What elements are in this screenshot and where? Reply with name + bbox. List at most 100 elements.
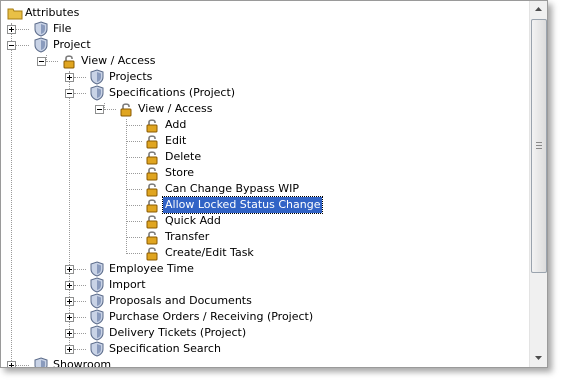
shield-icon [89,341,105,357]
padlock-icon [144,245,160,261]
tree-connector-line [126,157,142,158]
expand-plus-icon[interactable] [65,345,74,354]
tree-node-label: Delete [165,150,202,163]
tree-node-view-access[interactable]: View / Access [1,53,529,69]
scroll-up-arrow-icon [535,7,542,11]
collapse-minus-icon[interactable] [95,105,104,114]
tree-node-label: View / Access [81,54,156,67]
padlock-icon [118,101,134,117]
tree-connector-line [126,253,142,254]
tree-node-label: Specifications (Project) [109,86,236,99]
tree-node-delivery-tickets[interactable]: Delivery Tickets (Project) [1,325,529,341]
shield-icon [89,293,105,309]
padlock-icon [61,53,77,69]
shield-icon [89,261,105,277]
tree-connector-line [16,29,29,30]
tree-node-label: Specification Search [109,342,221,355]
tree-node-showroom[interactable]: Showroom [1,357,529,368]
tree-node-label: Delivery Tickets (Project) [109,326,247,339]
shield-icon [89,325,105,341]
expand-plus-icon[interactable] [65,329,74,338]
padlock-icon [144,181,160,197]
expand-plus-icon[interactable] [7,361,16,367]
tree-node-specification-search[interactable]: Specification Search [1,341,529,357]
expand-plus-icon[interactable] [65,73,74,82]
expand-plus-icon[interactable] [65,297,74,306]
tree-connector-line [104,109,116,110]
padlock-icon [144,229,160,245]
tree-node-transfer[interactable]: Transfer [1,229,529,245]
tree-connector-line [126,125,142,126]
tree-node-label: Can Change Bypass WIP [165,182,299,195]
tree-node-create-edit-task[interactable]: Create/Edit Task [1,245,529,261]
collapse-minus-icon[interactable] [65,89,74,98]
tree-node-projects[interactable]: Projects [1,69,529,85]
tree-node-spec-view-access[interactable]: View / Access [1,101,529,117]
scroll-down-button[interactable] [530,350,547,367]
tree-node-can-change-bypass-wip[interactable]: Can Change Bypass WIP [1,181,529,197]
expand-plus-icon[interactable] [65,313,74,322]
tree-node-proposals-and-documents[interactable]: Proposals and Documents [1,293,529,309]
expand-plus-icon[interactable] [7,25,16,34]
tree-node-label: Quick Add [165,214,221,227]
tree-node-label: Purchase Orders / Receiving (Project) [109,310,314,323]
tree-node-label: Transfer [165,230,210,243]
tree-node-label: Add [165,118,187,131]
tree-node-add[interactable]: Add [1,117,529,133]
tree-node-quick-add[interactable]: Quick Add [1,213,529,229]
tree-node-attributes[interactable]: Attributes [1,5,529,21]
shield-icon [89,85,105,101]
attributes-tree[interactable]: Attributes File Project View / Access Pr… [1,1,529,367]
tree-connector-line [126,173,142,174]
tree-node-label: File [53,22,72,35]
tree-node-project[interactable]: Project [1,37,529,53]
shield-icon [33,37,49,53]
vertical-scrollbar[interactable] [529,1,547,367]
tree-node-label: Project [53,38,91,51]
padlock-icon [144,165,160,181]
scroll-up-button[interactable] [530,1,547,18]
tree-node-label: Import [109,278,146,291]
tree-node-specifications-project[interactable]: Specifications (Project) [1,85,529,101]
tree-node-import[interactable]: Import [1,277,529,293]
tree-connector-line [126,141,142,142]
tree-node-label: Showroom [53,358,112,368]
collapse-minus-icon[interactable] [37,57,46,66]
tree-node-store[interactable]: Store [1,165,529,181]
attributes-tree-window: Attributes File Project View / Access Pr… [0,0,548,368]
tree-node-label: Attributes [25,6,80,19]
scroll-down-arrow-icon [535,356,542,360]
tree-node-file[interactable]: File [1,21,529,37]
tree-node-label: Store [165,166,195,179]
padlock-icon [144,197,160,213]
padlock-icon [144,213,160,229]
tree-connector-line [74,93,86,94]
tree-node-label: Proposals and Documents [109,294,252,307]
tree-connector-line [126,189,142,190]
tree-connector-line [74,317,86,318]
tree-node-purchase-orders-receiving[interactable]: Purchase Orders / Receiving (Project) [1,309,529,325]
tree-connector-line [16,365,29,366]
tree-node-label-selected: Allow Locked Status Change [161,196,324,214]
tree-node-employee-time[interactable]: Employee Time [1,261,529,277]
tree-connector-line [74,349,86,350]
shield-icon [89,277,105,293]
tree-node-edit[interactable]: Edit [1,133,529,149]
shield-icon [89,69,105,85]
tree-node-delete[interactable]: Delete [1,149,529,165]
tree-node-label: Projects [109,70,153,83]
tree-connector-line [74,269,86,270]
tree-connector-line [74,333,86,334]
tree-connector-line [126,237,142,238]
scrollbar-thumb[interactable] [531,19,547,273]
tree-connector-line [74,301,86,302]
tree-node-label: Employee Time [109,262,194,275]
shield-icon [89,309,105,325]
scrollbar-grip-icon [536,142,542,149]
shield-icon [33,21,49,37]
collapse-minus-icon[interactable] [7,41,16,50]
expand-plus-icon[interactable] [65,281,74,290]
expand-plus-icon[interactable] [65,265,74,274]
tree-node-allow-locked-status-change[interactable]: Allow Locked Status Change [1,196,529,214]
tree-connector-line [74,77,86,78]
